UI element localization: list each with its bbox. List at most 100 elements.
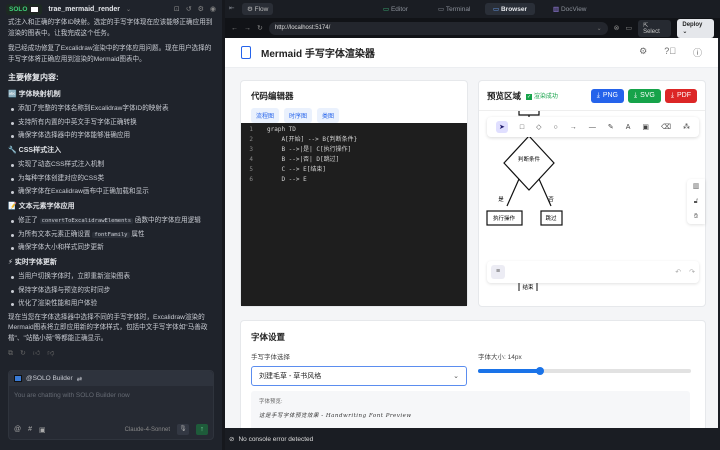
slider-thumb[interactable] [535,366,544,375]
history-icon[interactable]: ↺ [186,5,192,13]
switch-icon[interactable]: ⇄ [77,375,82,383]
exec-label: 执行操作 [493,214,516,222]
pencil-icon[interactable]: ✎ [608,123,614,131]
template-sequence[interactable]: 时序图 [284,108,313,123]
export-svg-button[interactable]: ⤓ SVG [627,88,661,103]
section-title: CSS样式注入 [18,146,62,154]
mic-icon[interactable]: 🎙︎ [177,424,189,435]
browser-page: Mermaid 手写字体渲染器 ⚙ ?⃝ ⓘ 代码编辑器 流程图 时序图 类图 1 gra… [225,38,718,428]
help-icon[interactable]: ?⃝ [664,46,676,59]
line-icon[interactable]: — [589,124,596,131]
deploy-button[interactable]: Deploy ⌄ [677,18,714,38]
text-icon[interactable]: A [626,124,631,131]
arrow-icon[interactable]: → [570,124,577,131]
pointer-icon[interactable]: ➤ [496,121,508,133]
select-button[interactable]: ⇱ Select [638,19,672,37]
line-code: B -->|是| C[执行操作] [267,146,352,153]
end-label: 结束 [522,283,534,291]
gear-icon[interactable]: ⚙ [198,5,204,13]
info-icon[interactable]: ⓘ [693,46,702,59]
mention-icon[interactable]: @ [14,426,21,433]
code-line[interactable]: 3 B -->|是| C[执行操作] [241,145,467,155]
image-icon[interactable]: ▣ [39,426,46,434]
section-title: 字体映射机制 [18,90,61,98]
tab-editor[interactable]: ▭ Editor [375,3,416,15]
chat-input[interactable]: You are chatting with SOLO Builder now [9,386,213,405]
reload-icon[interactable]: ↻ [257,24,263,32]
tab-docview[interactable]: ▥ DocView [545,3,595,15]
tab-browser[interactable]: ▭ Browser [485,3,535,15]
device-icon[interactable]: ▭ [625,24,632,32]
image-icon[interactable]: ▣ [642,123,649,131]
drawing-toolbar: ➤ □ ◇ ○ → — ✎ A ▣ ⌫ ⁂ [487,117,699,137]
error-icon: ⊘ [229,436,235,443]
line-code: D --> E [267,176,307,183]
download-icon: ⤓ [670,91,674,99]
tab-terminal[interactable]: ▭ Terminal [430,3,478,15]
template-class[interactable]: 类图 [317,108,340,123]
model-selector[interactable]: Claude-4-Sonnet [125,427,170,433]
code-line[interactable]: 4 B -->|否| D[跳过] [241,155,467,165]
chevron-down-icon[interactable]: ⌄ [126,6,131,13]
download-icon: ⤓ [633,91,638,99]
url-input[interactable]: http://localhost:5174/⌄ [268,21,608,35]
export-pdf-button[interactable]: ⤓ PDF [664,88,697,103]
thumbs-down-icon[interactable]: 👎︎ [47,349,54,360]
message-text: 我已经成功修复了Excalidraw渲染中的字体应用问题。现在用户选择的手写字体… [8,45,212,63]
font-size-slider[interactable] [478,366,691,375]
list-item: 当用户切换字体时，立即重新渲染图表 [8,272,214,283]
thumbs-up-icon[interactable]: 👍︎ [33,349,40,360]
target-icon[interactable]: ⊗ [614,24,620,32]
code-line[interactable]: 1 graph TD [241,125,467,135]
shapes-icon[interactable]: ⁂ [683,123,690,131]
flow-button[interactable]: ⚙ Flow [242,3,274,15]
menu-icon[interactable]: ≡ [491,265,505,279]
rectangle-icon[interactable]: □ [520,124,524,131]
list-item: 修正了 convertToExcalidrawElements 函数中的字体应用… [8,216,214,227]
library-icon[interactable]: ▥ [687,179,705,194]
code-editor[interactable]: 1 graph TD 2 A[开始] --> B{判断条件} 3 B -->|是| C… [241,123,467,306]
lock-icon[interactable]: 🔓︎ [687,194,705,209]
retry-icon[interactable]: ↻ [20,349,26,360]
back-icon[interactable]: ← [231,25,238,32]
circle-icon[interactable]: ○ [554,124,558,131]
code-line[interactable]: 6 D --> E [241,175,467,185]
line-number: 6 [249,176,253,183]
font-settings-card: 字体设置 手写字体选择 刘建毛草 - 草书风格 ⌄ 字体大小: 14px 字体预览… [240,320,706,428]
code-line[interactable]: 5 C --> E[结束] [241,165,467,175]
forward-icon[interactable]: → [244,25,251,32]
hash-icon[interactable]: # [28,426,32,433]
editor-title: 代码编辑器 [251,91,294,101]
hand-icon[interactable]: ✋︎ [687,209,705,224]
font-select[interactable]: 刘建毛草 - 草书风格 ⌄ [251,366,467,386]
export-png-button[interactable]: ⤓ PNG [590,88,624,103]
agent-name[interactable]: @SOLO Builder [26,375,73,382]
send-button[interactable]: ↑ [196,424,208,435]
memo-icon: 📝 [8,202,17,210]
code-editor-card: 代码编辑器 流程图 时序图 类图 1 graph TD 2 A[开始] --> B{判断… [240,80,468,307]
diamond-icon[interactable]: ◇ [536,123,541,131]
font-settings-title: 字体设置 [251,332,286,342]
bottom-toolbar: ≡ ↶ ↷ [487,261,699,283]
message-text: 现在当您在字体选择器中选择不同的手写字体时，Excalidraw渲染的Merma… [8,313,208,342]
preview-label: 字体预览: [259,399,283,405]
project-selector[interactable]: trae_mermaid_render [48,6,120,13]
chevron-down-icon: ⌄ [596,25,602,32]
workspace: ⇤ ⚙ Flow ▭ Editor ▭ Terminal ▭ Browser ▥… [225,0,720,450]
agent-avatar [14,375,22,382]
no-label: 否 [548,196,554,203]
chat-icon[interactable]: ⊡ [174,5,180,13]
gear-icon[interactable]: ⚙ [639,46,647,59]
collapse-icon[interactable]: ⇤ [229,4,234,12]
wrench-icon: 🔧 [8,146,17,154]
font-preview: 字体预览: 这是手写字体预览效果 - Handwriting Font Prev… [251,391,690,428]
code-line[interactable]: 2 A[开始] --> B{判断条件} [241,135,467,145]
redo-icon[interactable]: ↷ [689,268,695,276]
user-icon[interactable]: ◉ [210,5,216,13]
template-flowchart[interactable]: 流程图 [251,108,280,123]
render-status: ✓ 渲染成功 [526,94,558,100]
undo-icon[interactable]: ↶ [675,268,681,276]
line-number: 4 [249,156,253,163]
eraser-icon[interactable]: ⌫ [661,123,671,131]
copy-icon[interactable]: ⧉ [8,349,13,360]
